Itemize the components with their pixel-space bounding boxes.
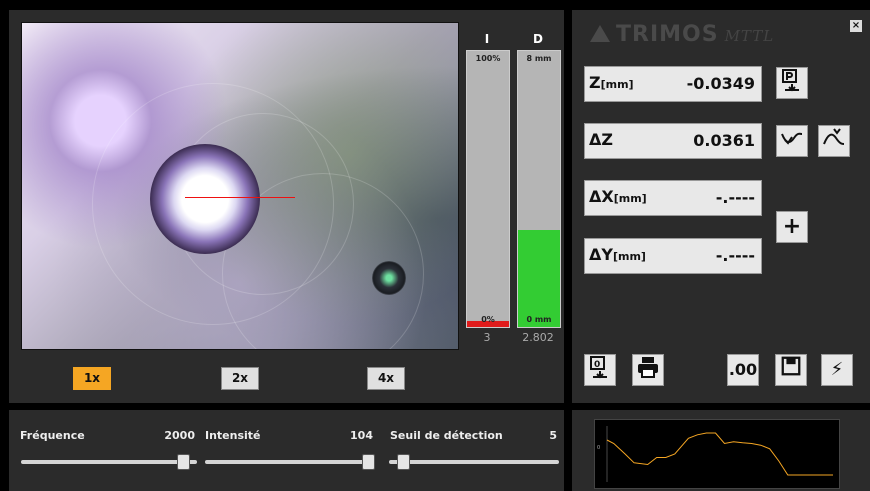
distance-value: 2.802 bbox=[522, 331, 554, 344]
zoom-2x-button[interactable]: 2x bbox=[221, 367, 259, 390]
logo-sub: MTTL bbox=[724, 27, 775, 45]
curve-max-icon bbox=[823, 128, 845, 145]
distance-bar-fill bbox=[518, 230, 560, 327]
dx-label-text: ΔX bbox=[589, 187, 614, 206]
trimos-logo-icon bbox=[590, 25, 610, 42]
intensity-bar-label: I bbox=[484, 32, 490, 46]
preset-icon bbox=[782, 69, 799, 92]
maximum-button[interactable] bbox=[818, 125, 850, 157]
print-button[interactable] bbox=[632, 354, 664, 386]
dx-value: -.---- bbox=[715, 188, 755, 207]
dx-label: ΔX[mm] bbox=[589, 187, 647, 206]
minimum-button[interactable] bbox=[776, 125, 808, 157]
dy-label: ΔY[mm] bbox=[589, 245, 646, 264]
floppy-icon bbox=[781, 356, 801, 376]
intensity-bar: 100% 0% bbox=[466, 50, 510, 328]
frequency-label: Fréquence bbox=[20, 429, 85, 442]
flash-button[interactable]: ⚡ bbox=[821, 354, 853, 386]
dy-label-text: ΔY bbox=[589, 245, 613, 264]
z-value: -0.0349 bbox=[686, 74, 755, 93]
intensity-label: Intensité bbox=[205, 429, 261, 442]
z-field: Z[mm] -0.0349 bbox=[584, 66, 762, 102]
reflection-spot bbox=[372, 261, 406, 295]
logo-name: TRIMOS bbox=[616, 22, 719, 47]
distance-bar-min: 0 mm bbox=[526, 315, 552, 324]
intensity-slider-thumb[interactable] bbox=[362, 454, 375, 470]
intensity-bar-min: 0% bbox=[481, 315, 495, 324]
threshold-value: 5 bbox=[549, 429, 557, 442]
preset-button[interactable] bbox=[776, 67, 808, 99]
dx-unit: [mm] bbox=[613, 192, 647, 205]
frequency-track[interactable] bbox=[21, 460, 197, 464]
distance-bar: 8 mm 0 mm bbox=[517, 50, 561, 328]
export-icon: 0 bbox=[590, 356, 607, 379]
profile-chart-panel: 0 bbox=[572, 410, 870, 491]
intensity-track[interactable] bbox=[205, 460, 375, 464]
frequency-value: 2000 bbox=[164, 429, 195, 442]
dz-field: ΔZ 0.0361 bbox=[584, 123, 762, 159]
dy-field: ΔY[mm] -.---- bbox=[584, 238, 762, 274]
zoom-4x-button[interactable]: 4x bbox=[367, 367, 405, 390]
export-button[interactable]: 0 bbox=[584, 354, 616, 386]
threshold-slider-thumb[interactable] bbox=[397, 454, 410, 470]
z-label: Z[mm] bbox=[589, 73, 634, 92]
save-button[interactable] bbox=[775, 354, 807, 386]
zoom-1x-button[interactable]: 1x bbox=[73, 367, 111, 390]
dz-value: 0.0361 bbox=[693, 131, 755, 150]
light-spot bbox=[150, 144, 260, 254]
distance-bar-max: 8 mm bbox=[526, 54, 552, 63]
trimos-logo: TRIMOS MTTL bbox=[590, 22, 774, 47]
svg-text:0: 0 bbox=[594, 360, 600, 370]
z-label-text: Z bbox=[589, 73, 601, 92]
profile-chart: 0 bbox=[594, 419, 840, 489]
close-button[interactable]: × bbox=[850, 20, 862, 32]
camera-view[interactable] bbox=[21, 22, 459, 350]
settings-panel: Fréquence 2000 Intensité 104 Seuil de dé… bbox=[9, 410, 564, 491]
distance-bar-label: D bbox=[533, 32, 543, 46]
printer-icon bbox=[638, 357, 658, 378]
intensity-bar-max: 100% bbox=[475, 54, 501, 63]
z-unit: [mm] bbox=[600, 78, 634, 91]
frequency-slider-thumb[interactable] bbox=[177, 454, 190, 470]
intensity-value-label: 104 bbox=[350, 429, 373, 442]
measurement-line bbox=[185, 197, 295, 198]
dz-label: ΔZ bbox=[589, 130, 613, 149]
threshold-label: Seuil de détection bbox=[390, 429, 503, 442]
threshold-track[interactable] bbox=[389, 460, 559, 464]
camera-panel: I D 100% 0% 8 mm 0 mm 3 2.802 1x 2x 4x bbox=[9, 10, 564, 403]
decimals-button[interactable]: .00 bbox=[727, 354, 759, 386]
profile-line bbox=[606, 432, 833, 476]
chart-ytick-label: 0 bbox=[597, 445, 600, 451]
curve-min-icon bbox=[781, 132, 803, 145]
dy-unit: [mm] bbox=[612, 250, 646, 263]
intensity-value: 3 bbox=[483, 331, 491, 344]
dx-field: ΔX[mm] -.---- bbox=[584, 180, 762, 216]
add-point-button[interactable]: + bbox=[776, 211, 808, 243]
dy-value: -.---- bbox=[715, 246, 755, 265]
measurement-panel: TRIMOS MTTL × Z[mm] -0.0349 ΔZ 0.0361 ΔX[… bbox=[572, 10, 870, 403]
